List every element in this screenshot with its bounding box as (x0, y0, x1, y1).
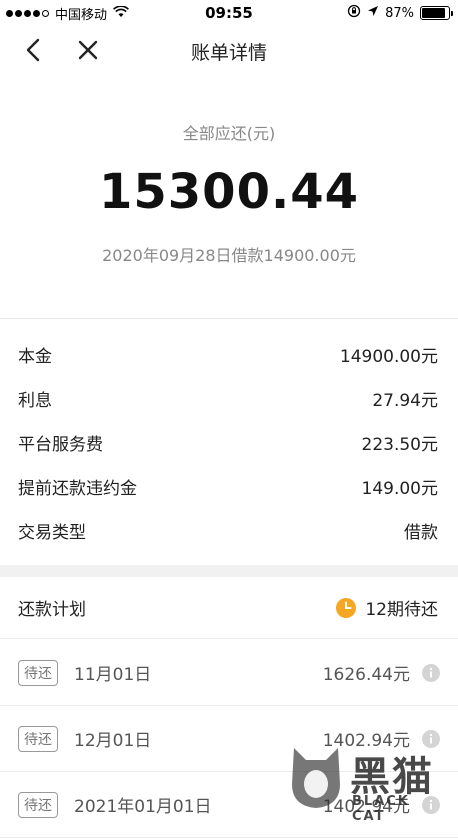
status-right: 87% (347, 4, 453, 22)
detail-label: 交易类型 (18, 522, 86, 543)
detail-value: 27.94元 (372, 390, 438, 411)
section-separator (0, 565, 458, 577)
location-icon (367, 5, 379, 21)
detail-value: 149.00元 (361, 478, 438, 499)
schedule-amount: 1626.44元 (322, 665, 410, 685)
schedule-row[interactable]: 待还 11月01日 1626.44元 (0, 640, 458, 706)
battery-icon (420, 6, 453, 20)
loan-info: 2020年09月28日借款14900.00元 (102, 246, 356, 265)
detail-row-penalty: 提前还款违约金 149.00元 (0, 464, 458, 508)
info-icon[interactable] (422, 663, 440, 682)
close-icon (78, 40, 98, 60)
repayment-plan-header[interactable]: 还款计划 12期待还 (0, 577, 458, 639)
plan-status: 12期待还 (335, 595, 438, 620)
back-button[interactable] (18, 34, 50, 66)
detail-label: 平台服务费 (18, 434, 103, 455)
plan-title: 还款计划 (18, 600, 86, 620)
detail-row-type: 交易类型 借款 (0, 508, 458, 552)
detail-row-service-fee: 平台服务费 223.50元 (0, 420, 458, 464)
detail-value: 223.50元 (361, 434, 438, 455)
bill-summary: 全部应还(元) 15300.44 2020年09月28日借款14900.00元 (0, 120, 458, 266)
detail-label: 利息 (18, 390, 52, 411)
detail-row-principal: 本金 14900.00元 (0, 332, 458, 376)
cat-logo-icon (292, 748, 340, 808)
clock-icon (336, 597, 357, 618)
status-bar: 中国移动 09:55 87% (0, 0, 458, 24)
divider (0, 318, 458, 319)
watermark-subtext: BLACK CAT (352, 794, 410, 824)
schedule-date: 12月01日 (74, 731, 152, 751)
detail-label: 提前还款违约金 (18, 478, 137, 499)
battery-percent: 87% (385, 5, 414, 21)
plan-status-text: 12期待还 (365, 600, 438, 620)
detail-row-interest: 利息 27.94元 (0, 376, 458, 420)
chevron-left-icon (26, 38, 40, 62)
close-button[interactable] (72, 34, 104, 66)
total-due-label: 全部应还(元) (182, 124, 276, 143)
nav-bar: 账单详情 (0, 24, 458, 78)
watermark-logo: 黑猫 BLACK CAT (288, 744, 448, 824)
page-title: 账单详情 (190, 42, 267, 64)
detail-label: 本金 (18, 346, 52, 367)
total-due-amount: 15300.44 (98, 164, 360, 220)
orientation-lock-icon (347, 4, 361, 22)
schedule-date: 11月01日 (74, 665, 152, 685)
status-badge: 待还 (18, 725, 58, 752)
status-badge: 待还 (18, 659, 58, 686)
detail-value: 借款 (404, 522, 438, 543)
schedule-date: 2021年01月01日 (74, 797, 212, 817)
detail-value: 14900.00元 (339, 346, 438, 367)
fee-detail-list: 本金 14900.00元 利息 27.94元 平台服务费 223.50元 提前还… (0, 332, 458, 552)
